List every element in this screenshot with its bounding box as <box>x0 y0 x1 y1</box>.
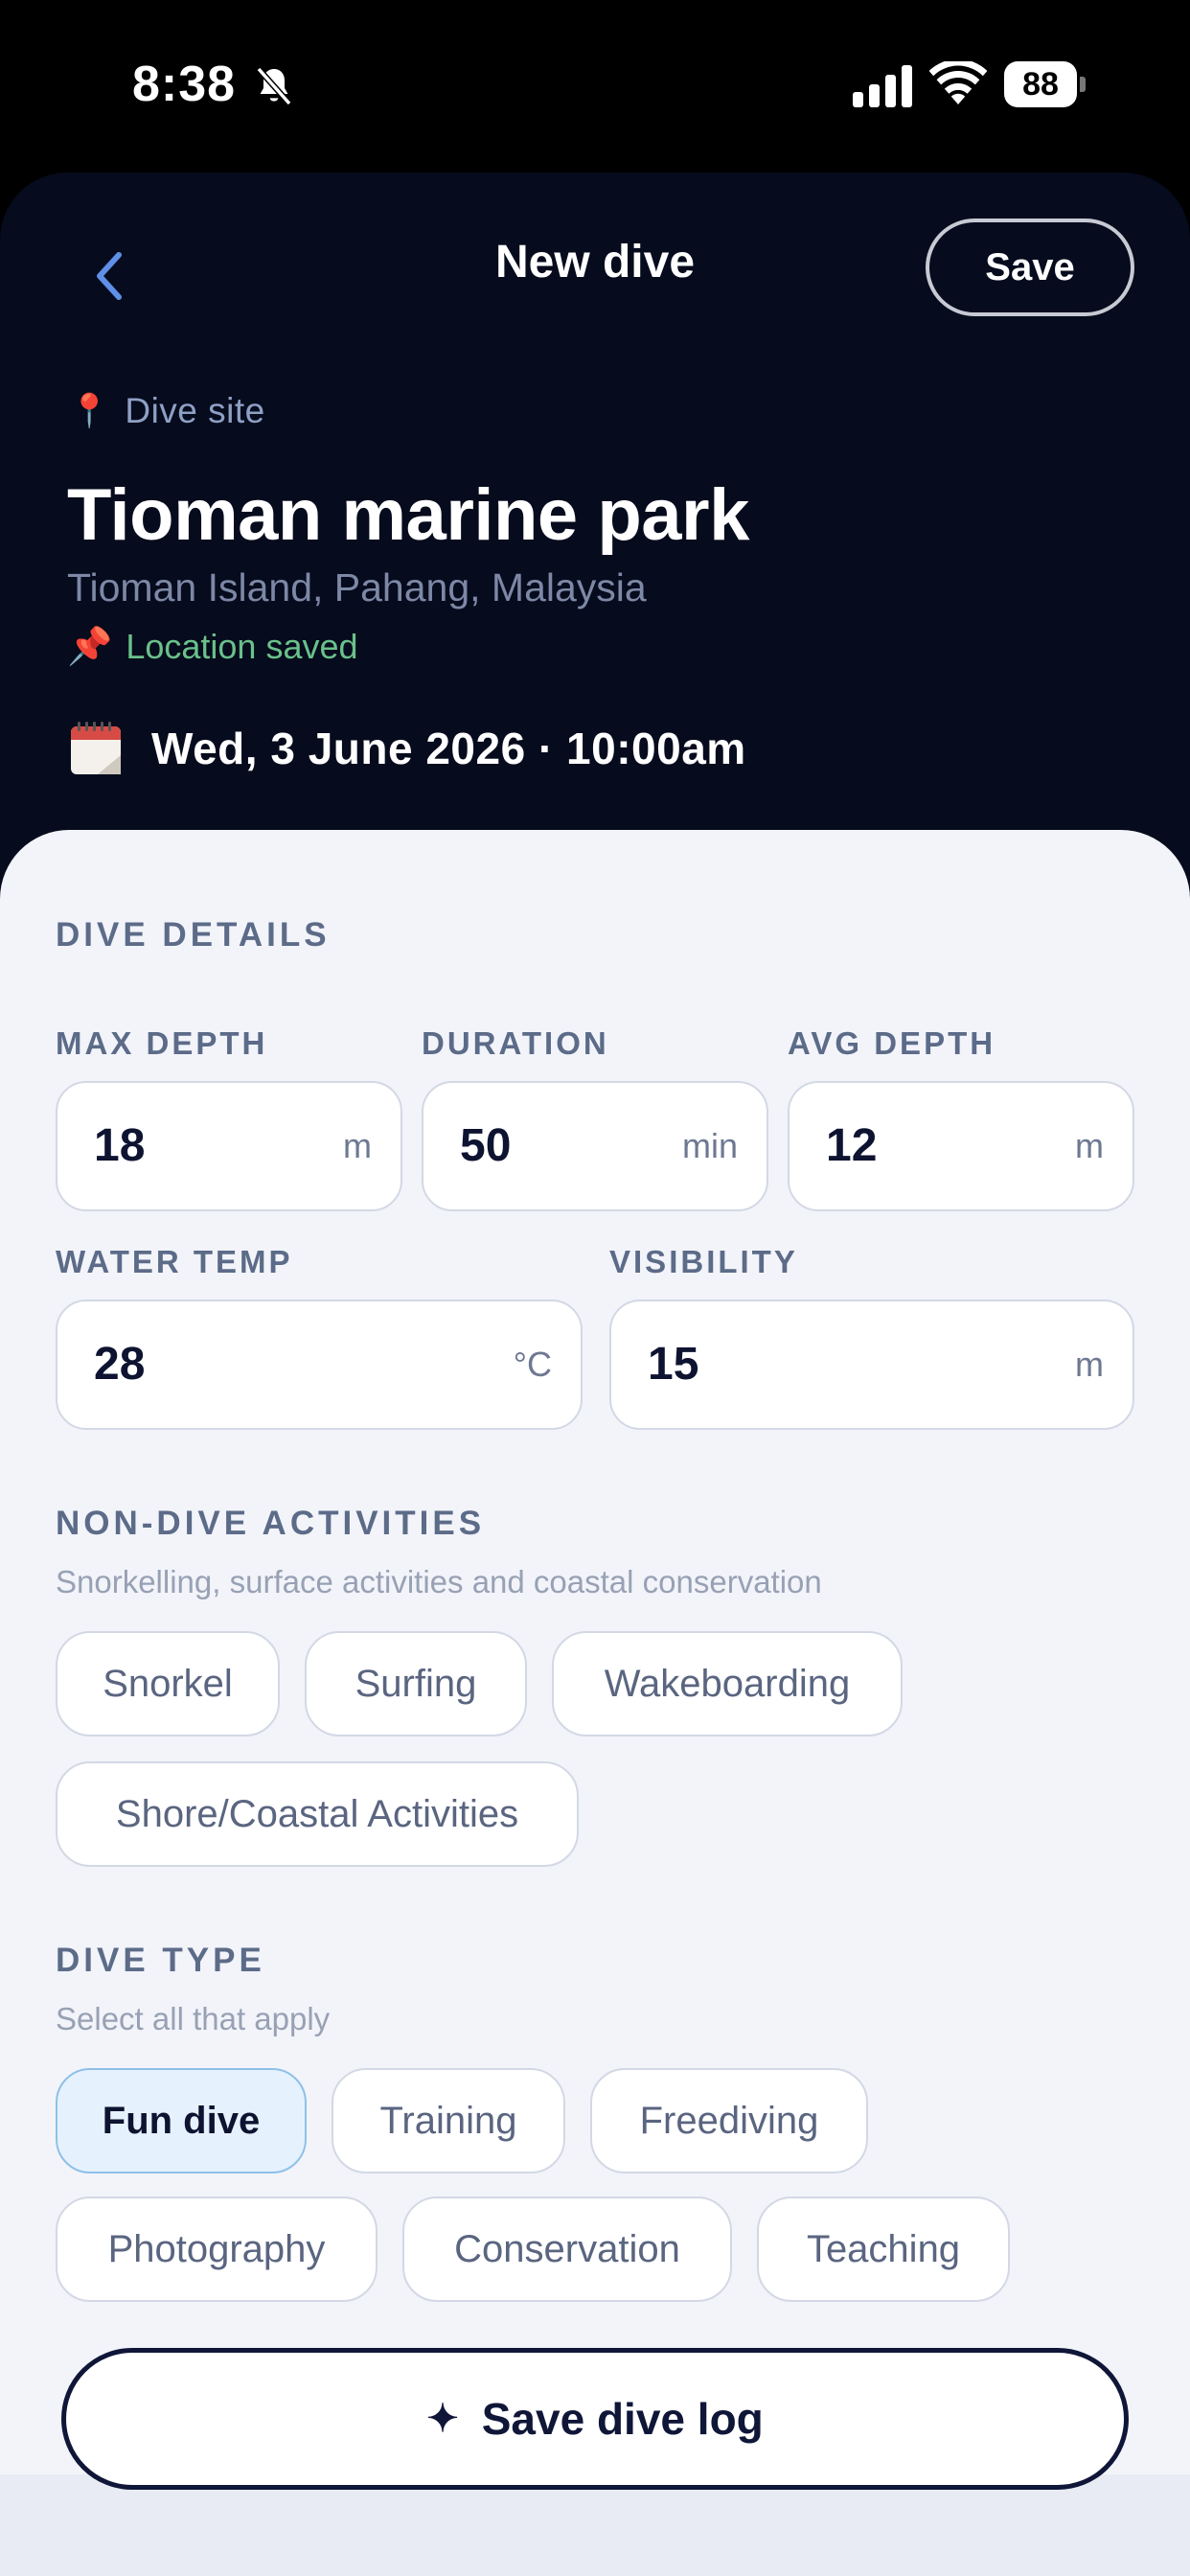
location-status: Location saved <box>126 627 358 666</box>
visibility-unit: m <box>1075 1345 1104 1384</box>
avg-depth-value: 12 <box>826 1120 878 1171</box>
battery-indicator: 88 <box>1004 61 1086 107</box>
visibility-label: VISIBILITY <box>609 1244 798 1279</box>
chip-shore-coastal-activities[interactable]: Shore/Coastal Activities <box>56 1761 579 1867</box>
duration-label: DURATION <box>422 1025 609 1061</box>
dive-type-title: DIVE TYPE <box>56 1942 265 1979</box>
duration-unit: min <box>681 1126 738 1165</box>
chip-snorkel[interactable]: Snorkel <box>56 1631 280 1736</box>
avg-depth-label: AVG DEPTH <box>788 1025 996 1061</box>
sparkle-icon: ✦ <box>426 2398 459 2440</box>
non-dive-activities-title: NON-DIVE ACTIVITIES <box>56 1505 486 1542</box>
wifi-icon <box>929 61 987 104</box>
chip-wakeboarding[interactable]: Wakeboarding <box>552 1631 903 1736</box>
non-dive-activities-subtitle: Snorkelling, surface activities and coas… <box>56 1564 822 1599</box>
visibility-value: 15 <box>648 1339 699 1390</box>
dive-details-title: DIVE DETAILS <box>56 916 331 954</box>
visibility-field[interactable]: 15 m <box>609 1300 1134 1430</box>
max-depth-field[interactable]: 18 m <box>56 1081 402 1211</box>
max-depth-label: MAX DEPTH <box>56 1025 268 1061</box>
calendar-icon <box>71 722 121 774</box>
water-temp-value: 28 <box>94 1339 146 1390</box>
max-depth-value: 18 <box>94 1120 146 1171</box>
chip-training[interactable]: Training <box>332 2068 565 2174</box>
avg-depth-field[interactable]: 12 m <box>788 1081 1134 1211</box>
max-depth-unit: m <box>343 1126 372 1165</box>
chip-photography[interactable]: Photography <box>56 2196 378 2302</box>
dive-date-time: Wed, 3 June 2026 · 10:00am <box>151 724 746 773</box>
save-dive-log-label: Save dive log <box>481 2394 764 2444</box>
dive-site-label-row: 📍 Dive site <box>69 391 265 431</box>
battery-cap <box>1080 77 1086 92</box>
water-temp-label: WATER TEMP <box>56 1244 293 1279</box>
dive-type-subtitle: Select all that apply <box>56 2001 331 2036</box>
water-temp-unit: °C <box>513 1345 552 1384</box>
duration-field[interactable]: 50 min <box>422 1081 768 1211</box>
save-dive-log-button[interactable]: ✦ Save dive log <box>61 2348 1129 2490</box>
location-status-row: 📌 Location saved <box>67 627 358 667</box>
avg-depth-unit: m <box>1075 1126 1104 1165</box>
dive-site-region: Tioman Island, Pahang, Malaysia <box>67 565 647 610</box>
chip-fun-dive[interactable]: Fun dive <box>56 2068 307 2174</box>
header-save-button[interactable]: Save <box>926 218 1134 316</box>
water-temp-field[interactable]: 28 °C <box>56 1300 583 1430</box>
status-time: 8:38 <box>132 57 237 112</box>
dive-site-name[interactable]: Tioman marine park <box>67 473 749 557</box>
chip-freediving[interactable]: Freediving <box>590 2068 868 2174</box>
pushpin-icon: 📌 <box>67 627 113 667</box>
chip-surfing[interactable]: Surfing <box>305 1631 527 1736</box>
chip-conservation[interactable]: Conservation <box>402 2196 732 2302</box>
chip-teaching[interactable]: Teaching <box>757 2196 1010 2302</box>
duration-value: 50 <box>460 1120 512 1171</box>
status-bar: 8:38 88 <box>0 0 1190 172</box>
cellular-signal-icon <box>853 65 912 107</box>
battery-level: 88 <box>1022 66 1059 103</box>
map-pin-icon: 📍 <box>69 393 110 429</box>
bell-muted-icon <box>256 66 292 106</box>
date-time-row[interactable]: Wed, 3 June 2026 · 10:00am <box>69 721 746 776</box>
dive-site-label: Dive site <box>125 391 265 430</box>
